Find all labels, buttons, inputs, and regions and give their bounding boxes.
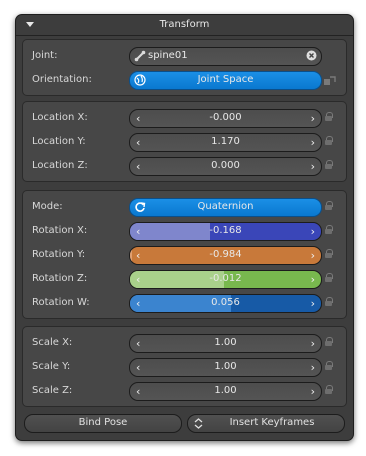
scale-z-row: Scale Z: ‹ 1.00 › (23, 380, 346, 402)
location-z-row: Location Z: ‹ 0.000 › (23, 155, 346, 177)
location-z-value: 0.000 (211, 160, 240, 171)
lock-icon[interactable] (325, 337, 333, 346)
transform-panel: Transform Joint: spine01 Orientation: Jo… (15, 14, 354, 441)
rotation-z-value: -0.012 (209, 273, 242, 284)
orientation-label: Orientation: (32, 74, 92, 85)
scale-z-value: 1.00 (214, 385, 237, 396)
panel-title: Transform (159, 19, 210, 30)
mode-value: Quaternion (197, 201, 254, 212)
rotation-z-row: Rotation Z: ‹ -0.012 › (23, 268, 346, 290)
rotation-w-slider[interactable]: ‹ 0.056 › (129, 294, 322, 313)
orientation-dropdown[interactable]: Joint Space (129, 71, 322, 90)
rotation-x-row: Rotation X: ‹ -0.168 › (23, 220, 346, 242)
rotation-y-label: Rotation Y: (32, 249, 86, 260)
rotation-w-value: 0.056 (211, 297, 240, 308)
location-z-label: Location Z: (32, 160, 88, 171)
scale-y-row: Scale Y: ‹ 1.00 › (23, 356, 346, 378)
location-x-value: -0.000 (209, 112, 242, 123)
scale-section: Scale X: ‹ 1.00 › Scale Y: ‹ 1.00 › Scal… (22, 326, 347, 407)
increment-arrow-icon[interactable]: › (311, 297, 315, 310)
scale-x-value: 1.00 (214, 337, 237, 348)
mode-row: Mode: Quaternion (23, 196, 346, 218)
location-section: Location X: ‹ -0.000 › Location Y: ‹ 1.1… (22, 101, 347, 182)
bind-pose-label: Bind Pose (78, 417, 128, 428)
increment-arrow-icon[interactable]: › (311, 249, 315, 262)
rotation-x-value: -0.168 (209, 225, 242, 236)
rotation-x-label: Rotation X: (32, 225, 88, 236)
lock-icon[interactable] (325, 361, 333, 370)
bone-icon (134, 50, 146, 62)
scale-y-value: 1.00 (214, 361, 237, 372)
increment-arrow-icon[interactable]: › (311, 273, 315, 286)
orientation-row: Orientation: Joint Space (23, 69, 346, 91)
close-circle-icon[interactable] (306, 50, 317, 61)
increment-arrow-icon[interactable]: › (311, 337, 315, 350)
rotation-y-slider[interactable]: ‹ -0.984 › (129, 246, 322, 265)
location-y-label: Location Y: (32, 136, 86, 147)
mode-label: Mode: (32, 201, 63, 212)
joint-field[interactable]: spine01 (129, 47, 322, 66)
location-x-row: Location X: ‹ -0.000 › (23, 107, 346, 129)
lock-icon[interactable] (325, 273, 333, 282)
location-y-value: 1.170 (211, 136, 240, 147)
lock-icon[interactable] (325, 249, 333, 258)
rotation-y-value: -0.984 (209, 249, 242, 260)
increment-arrow-icon[interactable]: › (311, 361, 315, 374)
insert-keyframes-button[interactable]: Insert Keyframes (187, 414, 345, 433)
rotation-x-slider[interactable]: ‹ -0.168 › (129, 222, 322, 241)
bind-pose-button[interactable]: Bind Pose (24, 414, 182, 433)
lock-icon[interactable] (325, 160, 333, 169)
location-z-slider[interactable]: ‹ 0.000 › (129, 157, 322, 176)
panel-header[interactable]: Transform (16, 15, 353, 36)
scale-y-label: Scale Y: (32, 361, 71, 372)
increment-arrow-icon[interactable]: › (311, 225, 315, 238)
joint-label: Joint: (32, 50, 58, 61)
rotation-z-label: Rotation Z: (32, 273, 88, 284)
scale-x-label: Scale X: (32, 337, 73, 348)
lock-icon[interactable] (325, 136, 333, 145)
lock-icon[interactable] (325, 112, 333, 121)
mode-dropdown[interactable]: Quaternion (129, 198, 322, 217)
rotation-y-row: Rotation Y: ‹ -0.984 › (23, 244, 346, 266)
location-y-slider[interactable]: ‹ 1.170 › (129, 133, 322, 152)
scale-y-slider[interactable]: ‹ 1.00 › (129, 358, 322, 377)
increment-arrow-icon[interactable]: › (311, 136, 315, 149)
increment-arrow-icon[interactable]: › (311, 112, 315, 125)
joint-row: Joint: spine01 (23, 45, 346, 67)
joint-value: spine01 (148, 50, 188, 61)
orientation-options-icon[interactable] (324, 76, 336, 86)
rotation-section: Mode: Quaternion Rotation X: ‹ -0.168 › … (22, 190, 347, 319)
insert-keyframes-label: Insert Keyframes (229, 417, 315, 428)
lock-icon[interactable] (325, 201, 333, 210)
scale-z-slider[interactable]: ‹ 1.00 › (129, 382, 322, 401)
location-x-slider[interactable]: ‹ -0.000 › (129, 109, 322, 128)
increment-arrow-icon[interactable]: › (311, 160, 315, 173)
lock-icon[interactable] (325, 297, 333, 306)
location-x-label: Location X: (32, 112, 88, 123)
scale-x-row: Scale X: ‹ 1.00 › (23, 332, 346, 354)
location-y-row: Location Y: ‹ 1.170 › (23, 131, 346, 153)
scale-z-label: Scale Z: (32, 385, 73, 396)
lock-icon[interactable] (325, 225, 333, 234)
scale-x-slider[interactable]: ‹ 1.00 › (129, 334, 322, 353)
rotation-w-label: Rotation W: (32, 297, 90, 308)
orientation-value: Joint Space (197, 74, 254, 85)
rotation-w-row: Rotation W: ‹ 0.056 › (23, 292, 346, 314)
increment-arrow-icon[interactable]: › (311, 385, 315, 398)
lock-icon[interactable] (325, 385, 333, 394)
joint-section: Joint: spine01 Orientation: Joint Space (22, 39, 347, 96)
rotation-z-slider[interactable]: ‹ -0.012 › (129, 270, 322, 289)
